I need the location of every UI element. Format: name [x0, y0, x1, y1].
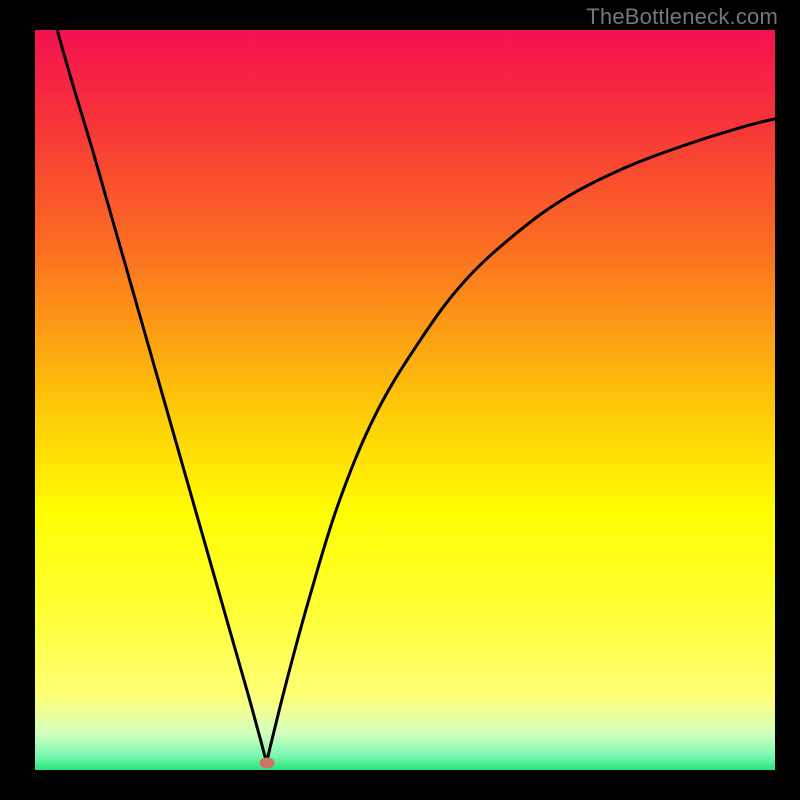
- curve-left-branch: [57, 30, 266, 763]
- watermark-text: TheBottleneck.com: [586, 4, 778, 30]
- bottleneck-curve: [35, 30, 775, 770]
- chart-frame: TheBottleneck.com: [0, 0, 800, 800]
- plot-area: [35, 30, 775, 770]
- minimum-marker-icon: [259, 757, 274, 768]
- curve-right-branch: [267, 119, 775, 763]
